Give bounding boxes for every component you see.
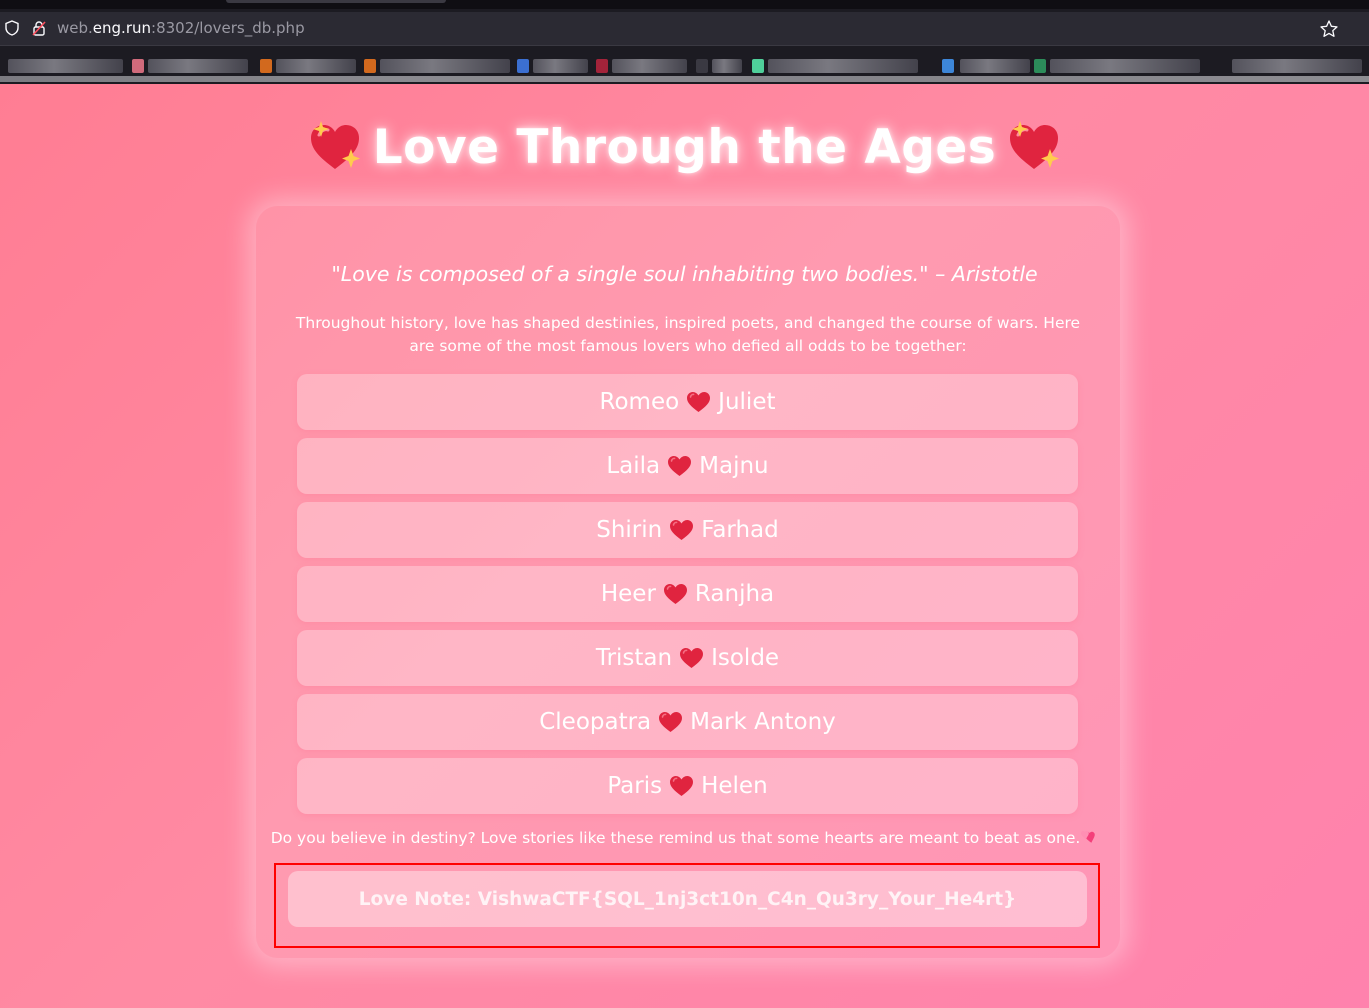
- bookmark-favicon: [1034, 59, 1046, 73]
- bookmark-item[interactable]: [380, 59, 510, 73]
- page-body: Love Through the Ages "Love is composed …: [0, 84, 1369, 1008]
- outro-text: Do you believe in destiny? Love stories …: [0, 829, 1369, 847]
- red-heart-icon: [679, 647, 704, 669]
- lover-name-a: Tristan: [595, 645, 673, 671]
- url-prefix: web.: [57, 19, 93, 37]
- lover-row: Laila Majnu: [297, 438, 1078, 494]
- lover-row: Romeo Juliet: [297, 374, 1078, 430]
- bookmark-favicon: [517, 59, 529, 73]
- lovers-list: Romeo Juliet Laila Majnu Shirin Farhad Heer Ran…: [297, 374, 1078, 822]
- intro-text: Throughout history, love has shaped dest…: [295, 314, 1081, 355]
- bookmark-item[interactable]: [148, 59, 248, 73]
- outro-label: Do you believe in destiny? Love stories …: [270, 829, 1081, 847]
- lover-name-a: Paris: [607, 773, 663, 799]
- sparkling-heart-icon: [310, 121, 360, 169]
- bookmark-item[interactable]: [1232, 59, 1362, 73]
- lover-name-a: Cleopatra: [539, 709, 652, 735]
- lover-name-b: Isolde: [711, 645, 780, 671]
- lover-row: Paris Helen: [297, 758, 1078, 814]
- toolbar-edge: [0, 76, 1369, 82]
- lover-name-b: Helen: [701, 773, 768, 799]
- bookmark-favicon: [942, 59, 954, 73]
- insecure-lock-icon[interactable]: [31, 20, 47, 36]
- lover-name-a: Shirin: [596, 517, 663, 543]
- bookmark-item[interactable]: [960, 59, 1030, 73]
- lover-name-a: Romeo: [599, 389, 680, 415]
- bookmark-item[interactable]: [8, 59, 123, 73]
- bookmark-item[interactable]: [768, 59, 918, 73]
- lover-row: Cleopatra Mark Antony: [297, 694, 1078, 750]
- red-heart-icon: [667, 455, 692, 477]
- bookmark-favicon: [596, 59, 608, 73]
- shield-icon[interactable]: [4, 20, 20, 36]
- lover-row: Heer Ranjha: [297, 566, 1078, 622]
- bookmark-item[interactable]: [276, 59, 356, 73]
- bookmark-item[interactable]: [712, 59, 742, 73]
- lover-name-b: Juliet: [718, 389, 776, 415]
- red-heart-icon: [686, 391, 711, 413]
- bookmark-star-icon[interactable]: [1319, 19, 1339, 39]
- browser-chrome: web.eng.run:8302/lovers_db.php: [0, 0, 1369, 84]
- bookmark-item[interactable]: [1050, 59, 1200, 73]
- bookmark-favicon: [696, 59, 708, 73]
- url-path: :8302/lovers_db.php: [151, 19, 305, 37]
- quote: "Love is composed of a single soul inhab…: [331, 262, 1038, 286]
- page-title: Love Through the Ages: [372, 119, 997, 175]
- flag-highlight-box: [274, 863, 1100, 948]
- lover-name-b: Majnu: [699, 453, 769, 479]
- bookmarks-toolbar: [0, 50, 1369, 82]
- bookmark-favicon: [752, 59, 764, 73]
- url-text[interactable]: web.eng.run:8302/lovers_db.php: [57, 19, 305, 37]
- red-heart-icon: [663, 583, 688, 605]
- lover-row: Tristan Isolde: [297, 630, 1078, 686]
- red-heart-icon: [669, 775, 694, 797]
- two-hearts-icon: [1081, 831, 1096, 843]
- red-heart-icon: [658, 711, 683, 733]
- tab-strip: [0, 0, 1369, 9]
- red-heart-icon: [669, 519, 694, 541]
- bookmark-favicon: [132, 59, 144, 73]
- lover-name-a: Heer: [600, 581, 656, 607]
- lover-name-a: Laila: [606, 453, 661, 479]
- bookmark-favicon: [364, 59, 376, 73]
- page-title-row: Love Through the Ages: [0, 112, 1369, 182]
- bookmark-item[interactable]: [612, 59, 687, 73]
- sparkling-heart-icon: [1010, 121, 1060, 169]
- lover-name-b: Ranjha: [694, 581, 775, 607]
- lover-name-b: Farhad: [701, 517, 779, 543]
- bookmark-favicon: [260, 59, 272, 73]
- lover-row: Shirin Farhad: [297, 502, 1078, 558]
- lover-name-b: Mark Antony: [690, 709, 836, 735]
- bookmark-item[interactable]: [533, 59, 588, 73]
- active-tab[interactable]: [226, 0, 446, 3]
- url-bar[interactable]: web.eng.run:8302/lovers_db.php: [0, 12, 1369, 46]
- url-domain: eng.run: [92, 19, 152, 37]
